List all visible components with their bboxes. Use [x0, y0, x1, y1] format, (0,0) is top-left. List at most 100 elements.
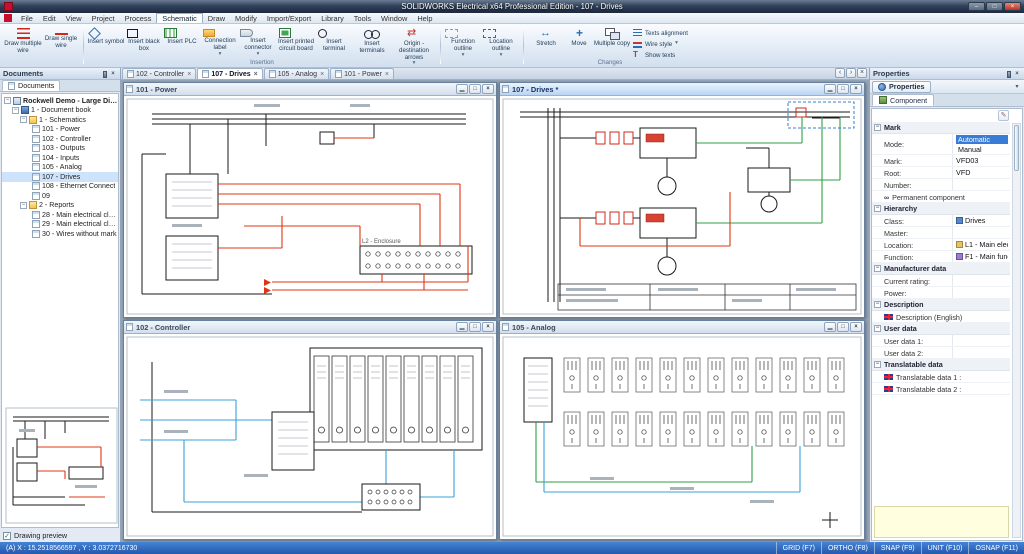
schematic-canvas-105[interactable] [500, 334, 864, 539]
user-data-1-field[interactable] [952, 335, 1010, 346]
window-close-button[interactable]: × [482, 322, 494, 332]
texts-alignment-button[interactable]: Texts alignment [631, 28, 693, 38]
tree-item-108[interactable]: 108 - Ethernet Connect [2, 182, 118, 192]
tree-item-107[interactable]: 107 - Drives [2, 172, 118, 182]
panel-close-icon[interactable]: × [109, 70, 117, 78]
window-minimize-button[interactable]: ▁ [824, 322, 836, 332]
edit-icon[interactable]: ✎ [998, 110, 1009, 121]
insert-black-box-button[interactable]: Insert black box [125, 26, 163, 53]
location-value-field[interactable]: L1 - Main electrical closet [956, 240, 1008, 249]
root-value-field[interactable]: VFD [952, 167, 1010, 178]
drawing-preview-toggle[interactable]: ✓ Drawing preview [0, 529, 120, 542]
tab-105-analog[interactable]: 105 - Analog × [264, 68, 329, 79]
maximize-button[interactable]: □ [986, 2, 1003, 11]
window-close-button[interactable]: × [482, 84, 494, 94]
class-value-field[interactable]: Drives [956, 216, 1008, 225]
draw-multiple-wire-button[interactable]: Draw multiple wire [4, 26, 42, 55]
schematic-canvas-107[interactable] [500, 96, 864, 317]
insert-connector-button[interactable]: Insert connector ▾ [239, 26, 277, 57]
window-minimize-button[interactable]: ▁ [456, 84, 468, 94]
function-value-field[interactable]: F1 - Main function [956, 252, 1008, 261]
tab-close-icon[interactable]: × [253, 71, 258, 78]
tree-item-book[interactable]: −1 - Document book [2, 106, 118, 116]
menu-edit[interactable]: Edit [38, 13, 61, 23]
tab-component[interactable]: Component [872, 94, 934, 106]
insert-terminals-button[interactable]: Insert terminals [353, 26, 391, 55]
section-translatable-data[interactable]: − Translatable data [872, 359, 1010, 371]
menu-help[interactable]: Help [412, 13, 437, 23]
window-minimize-button[interactable]: ▁ [824, 84, 836, 94]
menu-library[interactable]: Library [316, 13, 349, 23]
window-close-button[interactable]: × [850, 322, 862, 332]
window-restore-button[interactable]: □ [469, 322, 481, 332]
window-close-button[interactable]: × [850, 84, 862, 94]
scrollbar-thumb[interactable] [1014, 125, 1019, 171]
tree-item-103[interactable]: 103 - Outputs [2, 144, 118, 154]
documents-panel-header[interactable]: Documents × [0, 68, 120, 80]
tab-documents[interactable]: Documents [2, 80, 60, 91]
collapse-icon[interactable]: − [874, 265, 881, 272]
menu-draw[interactable]: Draw [203, 13, 230, 23]
section-description[interactable]: − Description [872, 299, 1010, 311]
wire-style-button[interactable]: Wire style ▾ [631, 39, 693, 49]
collapse-icon[interactable]: − [874, 301, 881, 308]
tree-item-102[interactable]: 102 - Controller [2, 134, 118, 144]
osnap-toggle[interactable]: OSNAP (F11) [968, 542, 1024, 554]
section-user-data[interactable]: − User data [872, 323, 1010, 335]
menu-modify[interactable]: Modify [230, 13, 262, 23]
insert-terminal-button[interactable]: Insert terminal [315, 26, 353, 53]
tab-close-icon[interactable]: × [384, 71, 389, 78]
expander-icon[interactable]: − [20, 116, 27, 123]
tree-item-28[interactable]: 28 - Main electrical closet [2, 210, 118, 220]
menu-file[interactable]: File [16, 13, 38, 23]
tab-close-icon[interactable]: × [319, 71, 324, 78]
expander-icon[interactable]: − [12, 107, 19, 114]
window-titlebar[interactable]: 101 - Power ▁ □ × [124, 83, 496, 96]
current-rating-value-field[interactable] [952, 275, 1010, 286]
window-minimize-button[interactable]: ▁ [456, 322, 468, 332]
tab-101-power[interactable]: 101 - Power × [330, 68, 394, 79]
tree-item-104[interactable]: 104 - Inputs [2, 153, 118, 163]
window-restore-button[interactable]: □ [837, 322, 849, 332]
app-menu-icon[interactable] [4, 14, 12, 22]
snap-toggle[interactable]: SNAP (F9) [874, 542, 921, 554]
ortho-toggle[interactable]: ORTHO (F8) [821, 542, 874, 554]
minimize-button[interactable]: – [968, 2, 985, 11]
multiple-copy-button[interactable]: Multiple copy [593, 26, 631, 48]
schematic-canvas-101[interactable]: L2 - Enclosure [124, 96, 496, 317]
property-row-permanent[interactable]: ∞ Permanent component [872, 191, 1010, 203]
properties-scrollbar[interactable] [1012, 123, 1021, 538]
stretch-button[interactable]: Stretch [527, 26, 565, 48]
tree-item-project[interactable]: −Rockwell Demo - Large Discrete [2, 96, 118, 106]
mode-manual-option[interactable]: Manual [956, 145, 1008, 154]
tree-item-schematics[interactable]: −1 - Schematics [2, 115, 118, 125]
mark-value-field[interactable]: VFD03 [952, 155, 1010, 166]
properties-panel-header[interactable]: Properties × [870, 68, 1024, 80]
window-restore-button[interactable]: □ [469, 84, 481, 94]
collapse-icon[interactable]: − [874, 361, 881, 368]
tab-102-controller[interactable]: 102 - Controller × [122, 68, 196, 79]
draw-single-wire-button[interactable]: Draw single wire [42, 26, 80, 50]
connection-label-button[interactable]: Connection label ▾ [201, 26, 239, 57]
move-button[interactable]: Move [565, 26, 593, 48]
collapse-icon[interactable]: − [874, 325, 881, 332]
menu-window[interactable]: Window [376, 13, 412, 23]
window-restore-button[interactable]: □ [837, 84, 849, 94]
properties-toolbar-tab[interactable]: Properties [872, 81, 931, 93]
insert-plc-button[interactable]: Insert PLC [163, 26, 201, 46]
tree-item-105[interactable]: 105 - Analog [2, 163, 118, 173]
master-value-field[interactable] [952, 227, 1010, 238]
menu-view[interactable]: View [61, 13, 87, 23]
insert-pcb-button[interactable]: Insert printed circuit board [277, 26, 315, 53]
window-titlebar[interactable]: 102 - Controller ▁ □ × [124, 321, 496, 334]
mode-automatic-option[interactable]: Automatic [956, 135, 1008, 144]
window-titlebar[interactable]: 107 - Drives * ▁ □ × [500, 83, 864, 96]
section-manufacturer-data[interactable]: − Manufacturer data [872, 263, 1010, 275]
tree-item-09[interactable]: 09 [2, 191, 118, 201]
panel-close-icon[interactable]: × [1013, 70, 1021, 78]
menu-import-export[interactable]: Import/Export [262, 13, 316, 23]
tree-item-reports[interactable]: −2 - Reports [2, 201, 118, 211]
user-data-2-field[interactable] [952, 347, 1010, 358]
tab-close-icon[interactable]: × [186, 71, 191, 78]
tab-107-drives[interactable]: 107 - Drives × [197, 68, 262, 79]
